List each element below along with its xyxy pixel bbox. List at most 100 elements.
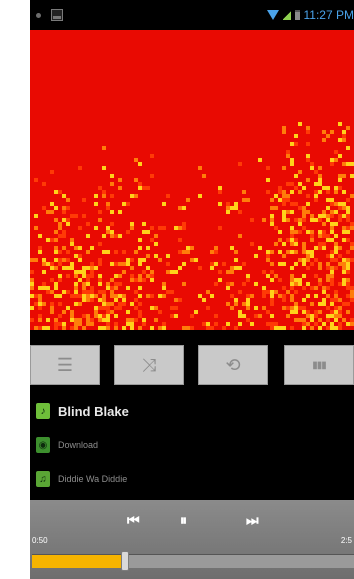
spectrogram-cell bbox=[310, 214, 314, 218]
spectrogram-cell bbox=[82, 274, 86, 278]
spectrogram-cell bbox=[46, 238, 50, 242]
spectrogram-cell bbox=[46, 290, 50, 294]
spectrogram-cell bbox=[110, 182, 114, 186]
spectrogram-cell bbox=[334, 202, 338, 206]
spectrogram-cell bbox=[302, 210, 306, 214]
spectrogram-cell bbox=[278, 250, 282, 254]
spectrogram-cell bbox=[330, 158, 334, 162]
spectrogram-cell bbox=[266, 310, 270, 314]
playlist-button[interactable]: ☰ bbox=[30, 345, 100, 385]
spectrogram-cell bbox=[118, 210, 122, 214]
spectrogram-cell bbox=[282, 286, 286, 290]
previous-button[interactable]: ⏮ bbox=[127, 512, 140, 529]
album-row[interactable]: ◉ Download bbox=[36, 436, 98, 454]
spectrogram-cell bbox=[346, 210, 350, 214]
spectrogram-cell bbox=[318, 242, 322, 246]
spectrogram-cell bbox=[142, 318, 146, 322]
spectrogram-cell bbox=[66, 222, 70, 226]
spectrogram-cell bbox=[82, 326, 86, 330]
seek-thumb[interactable] bbox=[121, 551, 130, 571]
spectrogram-cell bbox=[330, 274, 334, 278]
spectrogram-cell bbox=[338, 218, 342, 222]
spectrogram-cell bbox=[98, 306, 102, 310]
spectrogram-cell bbox=[282, 166, 286, 170]
equalizer-button[interactable]: ▮▮▮ bbox=[284, 345, 354, 385]
artist-name: Blind Blake bbox=[58, 403, 129, 419]
spectrogram-cell bbox=[298, 258, 302, 262]
shuffle-button[interactable]: ⤨ bbox=[114, 345, 184, 385]
spectrogram-cell bbox=[130, 326, 134, 330]
spectrogram-cell bbox=[190, 314, 194, 318]
spectrogram-cell bbox=[54, 246, 58, 250]
spectrogram-cell bbox=[302, 258, 306, 262]
spectrogram-cell bbox=[266, 178, 270, 182]
spectrogram-cell bbox=[290, 234, 294, 238]
spectrogram-cell bbox=[234, 250, 238, 254]
spectrogram-cell bbox=[262, 286, 266, 290]
spectrogram-cell bbox=[294, 282, 298, 286]
spectrogram-cell bbox=[334, 258, 338, 262]
spectrogram-cell bbox=[278, 294, 282, 298]
spectrogram-cell bbox=[150, 270, 154, 274]
spectrogram-cell bbox=[302, 262, 306, 266]
spectrogram-cell bbox=[298, 122, 302, 126]
spectrogram-cell bbox=[318, 326, 322, 330]
spectrogram-cell bbox=[150, 226, 154, 230]
spectrogram-cell bbox=[222, 326, 226, 330]
spectrogram-cell bbox=[54, 238, 58, 242]
spectrogram-cell bbox=[338, 178, 342, 182]
spectrogram-cell bbox=[202, 322, 206, 326]
spectrogram-cell bbox=[66, 258, 70, 262]
spectrogram-cell bbox=[294, 174, 298, 178]
spectrogram-cell bbox=[186, 246, 190, 250]
spectrogram-cell bbox=[278, 190, 282, 194]
spectrogram-cell bbox=[342, 190, 346, 194]
seek-bar[interactable] bbox=[32, 551, 354, 571]
spectrogram-cell bbox=[334, 326, 338, 330]
song-row[interactable]: ♫ Diddie Wa Diddie bbox=[36, 470, 127, 488]
spectrogram-cell bbox=[142, 278, 146, 282]
spectrogram-cell bbox=[330, 282, 334, 286]
spectrogram-cell bbox=[210, 266, 214, 270]
spectrogram-cell bbox=[226, 210, 230, 214]
spectrogram-cell bbox=[38, 294, 42, 298]
spectrogram-cell bbox=[346, 266, 350, 270]
spectrogram-cell bbox=[242, 282, 246, 286]
spectrogram-cell bbox=[330, 130, 334, 134]
spectrogram-cell bbox=[122, 202, 126, 206]
spectrogram-cell bbox=[334, 186, 338, 190]
spectrogram-cell bbox=[78, 254, 82, 258]
spectrogram-cell bbox=[330, 162, 334, 166]
spectrogram-cell bbox=[94, 194, 98, 198]
spectrogram-cell bbox=[174, 270, 178, 274]
spectrogram-cell bbox=[286, 150, 290, 154]
spectrogram-cell bbox=[34, 294, 38, 298]
spectrogram-cell bbox=[342, 266, 346, 270]
spectrogram-cell bbox=[330, 314, 334, 318]
spectrogram-cell bbox=[334, 158, 338, 162]
spectrogram-cell bbox=[178, 250, 182, 254]
spectrogram-cell bbox=[254, 314, 258, 318]
spectrogram-cell bbox=[102, 298, 106, 302]
spectrogram-cell bbox=[114, 298, 118, 302]
spectrogram-cell bbox=[314, 286, 318, 290]
spectrogram-cell bbox=[310, 234, 314, 238]
spectrogram-cell bbox=[330, 210, 334, 214]
spectrogram-cell bbox=[274, 322, 278, 326]
spectrogram-cell bbox=[74, 246, 78, 250]
artist-row[interactable]: ♪ Blind Blake bbox=[36, 402, 129, 420]
next-button[interactable]: ⏭ bbox=[246, 512, 259, 529]
spectrogram-cell bbox=[102, 166, 106, 170]
pause-button[interactable]: ⏸ bbox=[180, 512, 187, 529]
spectrogram-cell bbox=[302, 322, 306, 326]
spectrogram-cell bbox=[314, 314, 318, 318]
spectrogram-cell bbox=[174, 314, 178, 318]
spectrogram-cell bbox=[306, 142, 310, 146]
spectrogram-cell bbox=[238, 234, 242, 238]
spectrogram-cell bbox=[30, 294, 34, 298]
spectrogram-cell bbox=[314, 310, 318, 314]
spectrogram-cell bbox=[290, 306, 294, 310]
repeat-button[interactable]: ⟲ bbox=[198, 345, 268, 385]
spectrogram-cell bbox=[298, 190, 302, 194]
spectrogram-cell bbox=[270, 250, 274, 254]
